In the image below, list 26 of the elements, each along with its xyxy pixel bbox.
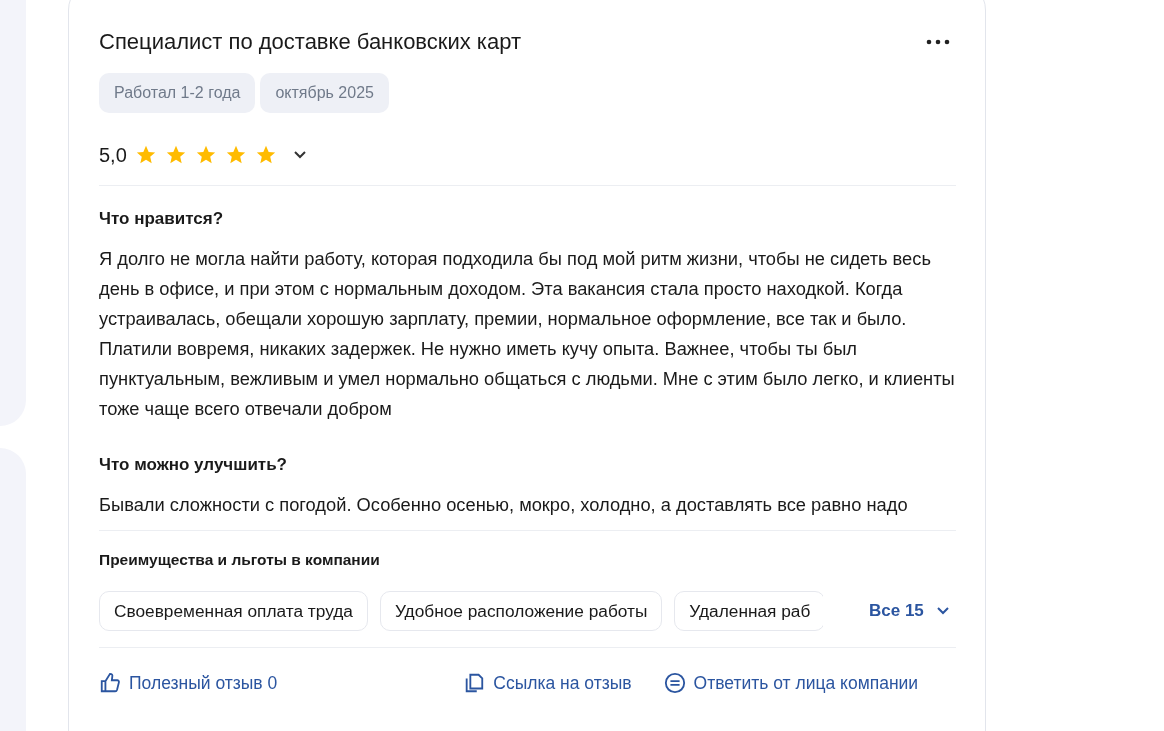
star-icon xyxy=(224,144,247,166)
reply-icon xyxy=(663,672,686,694)
chevron-down-icon[interactable] xyxy=(292,150,307,160)
copy-icon xyxy=(463,672,486,694)
tag: октябрь 2025 xyxy=(260,73,389,113)
section-heading: Что можно улучшить? xyxy=(99,454,288,476)
action-link[interactable]: Ссылка на отзыв xyxy=(463,672,632,694)
star-icon xyxy=(164,144,187,166)
star-icon xyxy=(194,144,217,166)
section-heading: Что нравится? xyxy=(99,208,225,230)
show-all-button[interactable]: Все 15 xyxy=(869,601,950,621)
review-title: Специалист по доставке банковских карт xyxy=(99,28,521,56)
tag: Работал 1-2 года xyxy=(99,73,256,113)
chevron-down-icon xyxy=(935,606,950,616)
benefit-chip: Удобное расположение работы xyxy=(379,591,663,631)
star-icon xyxy=(134,144,157,166)
review-text: Бывали сложности с погодой. Особенно осенью, мокро, холодно, а доставлять все равно надо xyxy=(99,493,909,517)
rating-value: 5,0 xyxy=(99,143,127,167)
more-options-icon[interactable] xyxy=(926,39,950,45)
thumbs-up-icon xyxy=(99,672,121,694)
star-icon xyxy=(254,144,277,166)
action-link[interactable]: Ответить от лица компании xyxy=(663,672,919,694)
review-text: Я долго не могла найти работу, которая подходила бы под мой ритм жизни, чтобы не сидеть весь день в офисе, и при этом с нормальным доходом. Эта вакансия стала просто находкой. Когда устраивалась, обещали хорошую зарплату, премии, нормальное оформление, все так и было. Платили вовремя, никаких задержек. Не нужно иметь кучу опыта. Важнее, чтобы ты был пунктуальным, вежливым и умел нормально общаться с людьми. Мне с этим было легко, и клиенты тоже чаще всего отвечали добром xyxy=(99,247,956,421)
benefit-chip: Своевременная оплата труда xyxy=(99,591,368,631)
action-link[interactable]: Полезный отзыв 0 xyxy=(99,672,278,694)
benefits-heading: Преимущества и льготы в компании xyxy=(99,551,381,569)
